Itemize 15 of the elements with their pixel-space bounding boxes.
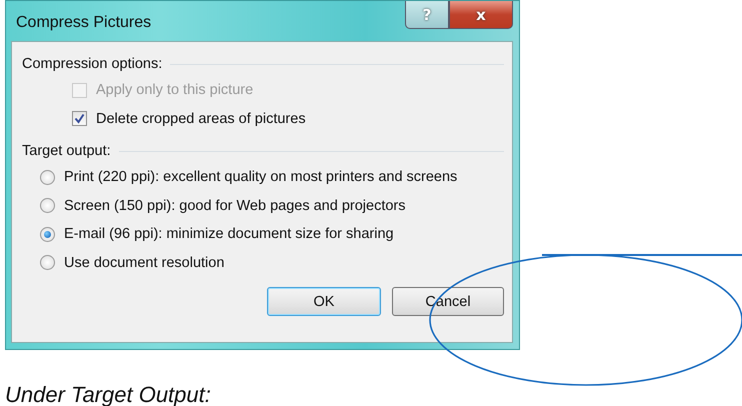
radio-label[interactable]: Screen (150 ppi): good for Web pages and projectors bbox=[64, 198, 406, 214]
radio-label[interactable]: Use document resolution bbox=[64, 254, 224, 271]
radio-button[interactable] bbox=[40, 198, 55, 214]
radio-button[interactable] bbox=[40, 226, 55, 242]
radio-label[interactable]: E-mail (96 ppi): minimize document size for sharing bbox=[64, 226, 394, 242]
radio-button[interactable] bbox=[40, 170, 55, 185]
section-heading: Compression options: bbox=[22, 56, 162, 72]
ok-button[interactable]: OK bbox=[267, 287, 381, 316]
section-heading: Target output: bbox=[22, 143, 111, 159]
checkbox[interactable] bbox=[72, 111, 87, 126]
checkbox-label[interactable]: Delete cropped areas of pictures bbox=[96, 110, 306, 127]
window-title: Compress Pictures bbox=[16, 14, 152, 32]
radio-button[interactable] bbox=[40, 255, 55, 270]
radio-label[interactable]: Print (220 ppi): excellent quality on most printers and screens bbox=[64, 169, 458, 186]
close-button[interactable]: x bbox=[449, 1, 513, 29]
